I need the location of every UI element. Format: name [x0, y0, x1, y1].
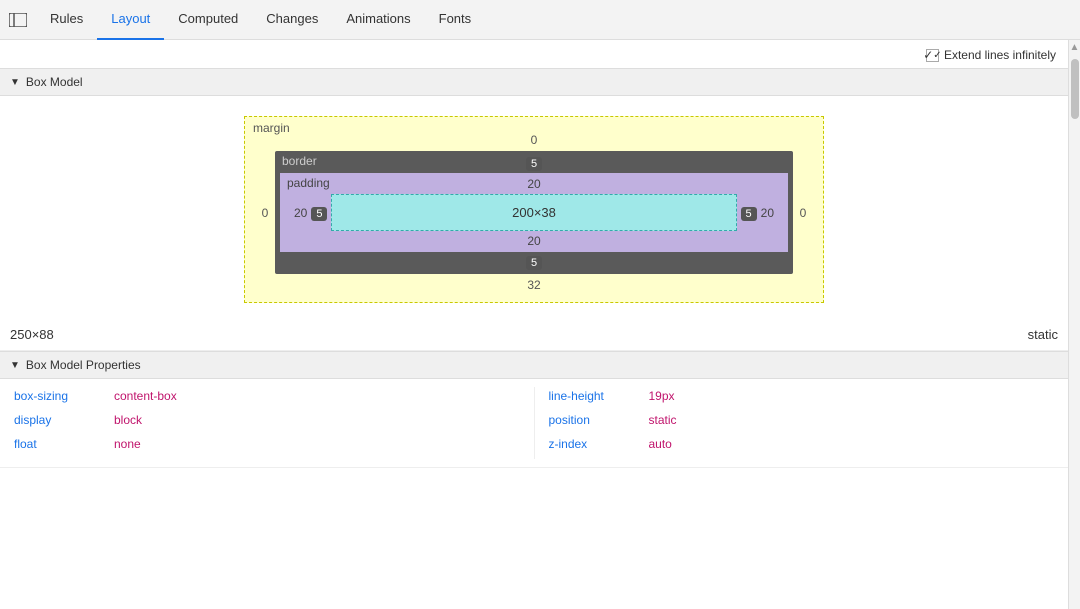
tab-bar: Rules Layout Computed Changes Animations… — [0, 0, 1080, 40]
tab-changes[interactable]: Changes — [252, 0, 332, 40]
padding-right-value: 20 — [761, 206, 774, 220]
prop-value-position: static — [645, 411, 681, 429]
content-box: 200×38 — [331, 194, 736, 231]
scroll-up-arrow[interactable]: ▲ — [1069, 40, 1080, 55]
box-model-diagram: margin 0 0 — [0, 96, 1068, 319]
prop-value-float: none — [110, 435, 145, 453]
prop-name-position: position — [545, 411, 635, 429]
tab-layout[interactable]: Layout — [97, 0, 164, 40]
element-size: 250×88 — [10, 327, 54, 342]
prop-value-box-sizing: content-box — [110, 387, 181, 405]
margin-top-value: 0 — [259, 133, 809, 147]
prop-name-box-sizing: box-sizing — [10, 387, 100, 405]
properties-container: box-sizing content-box display block flo… — [0, 379, 1068, 468]
prop-row-float: float none — [10, 435, 524, 453]
prop-row-z-index: z-index auto — [545, 435, 1059, 453]
extend-lines-label[interactable]: ✓ Extend lines infinitely — [926, 48, 1056, 62]
border-label: border — [282, 154, 317, 168]
padding-bottom-value: 20 — [294, 234, 774, 248]
border-right-badge: 5 — [741, 206, 757, 220]
extend-lines-row: ✓ Extend lines infinitely — [0, 40, 1068, 68]
border-left-badge: 5 — [311, 206, 327, 220]
border-bottom-value: 5 — [280, 255, 788, 269]
tab-fonts[interactable]: Fonts — [425, 0, 486, 40]
margin-label: margin — [253, 121, 290, 135]
element-position: static — [1028, 327, 1058, 342]
left-panel: ✓ Extend lines infinitely ▼ Box Model ma… — [0, 40, 1068, 609]
prop-value-display: block — [110, 411, 146, 429]
panel-toggle-icon[interactable] — [4, 6, 32, 34]
prop-name-line-height: line-height — [545, 387, 635, 405]
prop-name-float: float — [10, 435, 100, 453]
prop-name-z-index: z-index — [545, 435, 635, 453]
prop-value-z-index: auto — [645, 435, 676, 453]
prop-name-display: display — [10, 411, 100, 429]
scrollbar[interactable]: ▲ — [1068, 40, 1080, 609]
padding-left-value: 20 — [294, 206, 307, 220]
padding-top-value: 20 — [294, 177, 774, 191]
padding-label: padding — [287, 176, 330, 190]
tab-computed[interactable]: Computed — [164, 0, 252, 40]
prop-value-line-height: 19px — [645, 387, 679, 405]
properties-right-column: line-height 19px position static z-index… — [534, 387, 1069, 459]
box-model-properties-section-header[interactable]: ▼ Box Model Properties — [0, 351, 1068, 379]
scrollbar-thumb[interactable] — [1071, 59, 1079, 119]
box-model-arrow-icon: ▼ — [10, 77, 20, 88]
box-model-section-header[interactable]: ▼ Box Model — [0, 68, 1068, 96]
prop-row-position: position static — [545, 411, 1059, 429]
tab-animations[interactable]: Animations — [332, 0, 424, 40]
prop-row-display: display block — [10, 411, 524, 429]
margin-left-value: 0 — [259, 206, 271, 220]
prop-row-line-height: line-height 19px — [545, 387, 1059, 405]
extend-lines-checkbox[interactable]: ✓ — [926, 49, 939, 62]
border-top-value: 5 — [280, 156, 788, 170]
dimensions-row: 250×88 static — [0, 319, 1068, 351]
properties-left-column: box-sizing content-box display block flo… — [0, 387, 534, 459]
margin-right-value: 0 — [797, 206, 809, 220]
prop-row-box-sizing: box-sizing content-box — [10, 387, 524, 405]
main-content: ✓ Extend lines infinitely ▼ Box Model ma… — [0, 40, 1080, 609]
box-model-properties-arrow-icon: ▼ — [10, 360, 20, 371]
margin-bottom-value: 32 — [259, 278, 809, 292]
tab-rules[interactable]: Rules — [36, 0, 97, 40]
